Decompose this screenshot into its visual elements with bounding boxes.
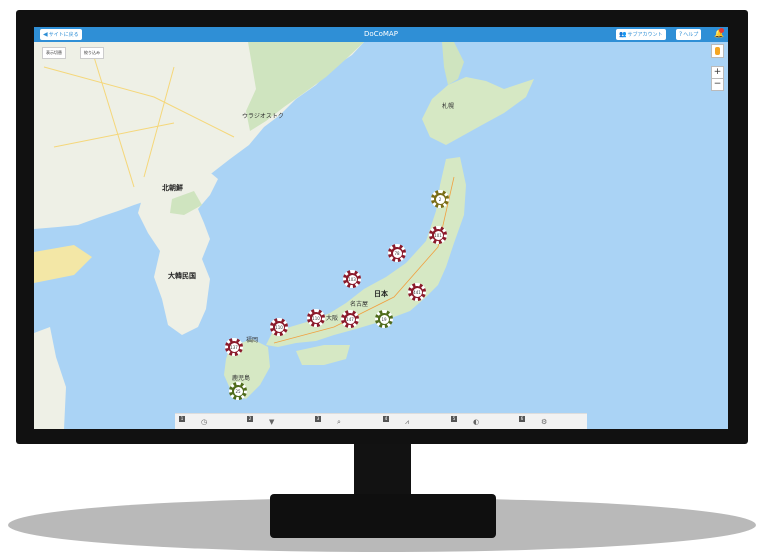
- map-label-sapporo: 札幌: [442, 103, 455, 110]
- map-label-vladivostok: ウラジオストク: [242, 113, 284, 120]
- sub-account-label: サブアカウント: [627, 32, 663, 38]
- cluster-count: 110: [274, 322, 284, 332]
- search-icon: ⌕: [337, 418, 341, 426]
- chart-icon: ⩘: [405, 418, 409, 426]
- cluster-marker[interactable]: 137: [225, 338, 243, 356]
- street-view-pegman[interactable]: [711, 44, 724, 58]
- cluster-count: 147: [345, 314, 355, 324]
- map-label-south-korea: 大韓民国: [168, 272, 196, 280]
- zoom-out-button[interactable]: −: [711, 78, 724, 91]
- cluster-count: 101: [433, 230, 443, 240]
- toolbar-item-filter[interactable]: 2 ▼: [243, 414, 311, 429]
- cluster-count: 103: [347, 274, 357, 284]
- map-canvas[interactable]: [34, 27, 728, 429]
- cluster-marker[interactable]: 441: [408, 283, 426, 301]
- toolbar-item-search[interactable]: 3 ⌕: [311, 414, 379, 429]
- notification-badge: [719, 28, 724, 33]
- cluster-count: 2: [435, 194, 445, 204]
- gear-icon: ⚙: [541, 418, 548, 426]
- toolbar-item-contrast[interactable]: 5 ◐: [447, 414, 515, 429]
- toolbar-item-number: 5: [451, 416, 457, 422]
- cluster-marker[interactable]: 25: [229, 382, 247, 400]
- cluster-marker[interactable]: 110: [307, 309, 325, 327]
- cluster-marker[interactable]: 78: [388, 244, 406, 262]
- map-label-nagoya: 名古屋: [350, 301, 369, 308]
- back-arrow-icon: ◀: [43, 31, 48, 38]
- back-to-site-button[interactable]: ◀サイトに戻る: [40, 29, 82, 40]
- toolbar-item-number: 2: [247, 416, 253, 422]
- filter-chip[interactable]: 絞り込み: [80, 47, 104, 59]
- map-label-osaka: 大阪: [326, 315, 339, 322]
- sub-account-button[interactable]: 👥サブアカウント: [616, 29, 666, 40]
- cluster-marker[interactable]: 147: [341, 310, 359, 328]
- display-toggle-chip[interactable]: 表示切替: [42, 47, 66, 59]
- toolbar-item-history[interactable]: 1 ◷: [175, 414, 243, 429]
- cluster-marker[interactable]: 19: [375, 310, 393, 328]
- toolbar-item-chart[interactable]: 4 ⩘: [379, 414, 447, 429]
- map-label-japan: 日本: [374, 290, 388, 298]
- toolbar-item-number: 6: [519, 416, 525, 422]
- cluster-count: 110: [311, 313, 321, 323]
- clock-icon: ◷: [201, 418, 208, 426]
- cluster-count: 78: [392, 248, 402, 258]
- toolbar-item-number: 4: [383, 416, 389, 422]
- cluster-marker[interactable]: 2: [431, 190, 449, 208]
- contrast-icon: ◐: [473, 418, 480, 426]
- cluster-count: 441: [412, 287, 422, 297]
- monitor-stand-base: [270, 494, 496, 538]
- cluster-count: 19: [379, 314, 389, 324]
- filter-icon: ▼: [269, 418, 275, 426]
- toolbar-item-settings[interactable]: 6 ⚙: [515, 414, 583, 429]
- cluster-count: 137: [229, 342, 239, 352]
- toolbar-item-number: 1: [179, 416, 185, 422]
- cluster-marker[interactable]: 110: [270, 318, 288, 336]
- back-to-site-label: サイトに戻る: [48, 32, 79, 38]
- notification-button[interactable]: 🔔: [714, 28, 724, 39]
- toolbar-item-number: 3: [315, 416, 321, 422]
- map-label-fukuoka: 福岡: [246, 337, 259, 344]
- cluster-marker[interactable]: 103: [343, 270, 361, 288]
- cluster-count: 25: [233, 386, 243, 396]
- cluster-marker[interactable]: 101: [429, 226, 447, 244]
- users-icon: 👥: [619, 31, 627, 38]
- help-label: ヘルプ: [683, 32, 699, 38]
- app-screen: DoCoMAP ◀サイトに戻る 👥サブアカウント ?ヘルプ 🔔 表示切替 絞り込…: [34, 27, 728, 429]
- map-label-kagoshima: 鹿児島: [232, 375, 251, 382]
- help-button[interactable]: ?ヘルプ: [676, 29, 702, 40]
- bottom-toolbar: 1 ◷ 2 ▼ 3 ⌕ 4 ⩘ 5 ◐ 6 ⚙: [175, 413, 587, 429]
- map-label-north-korea: 北朝鮮: [162, 184, 183, 192]
- help-icon: ?: [679, 31, 683, 38]
- pegman-icon: [715, 47, 720, 55]
